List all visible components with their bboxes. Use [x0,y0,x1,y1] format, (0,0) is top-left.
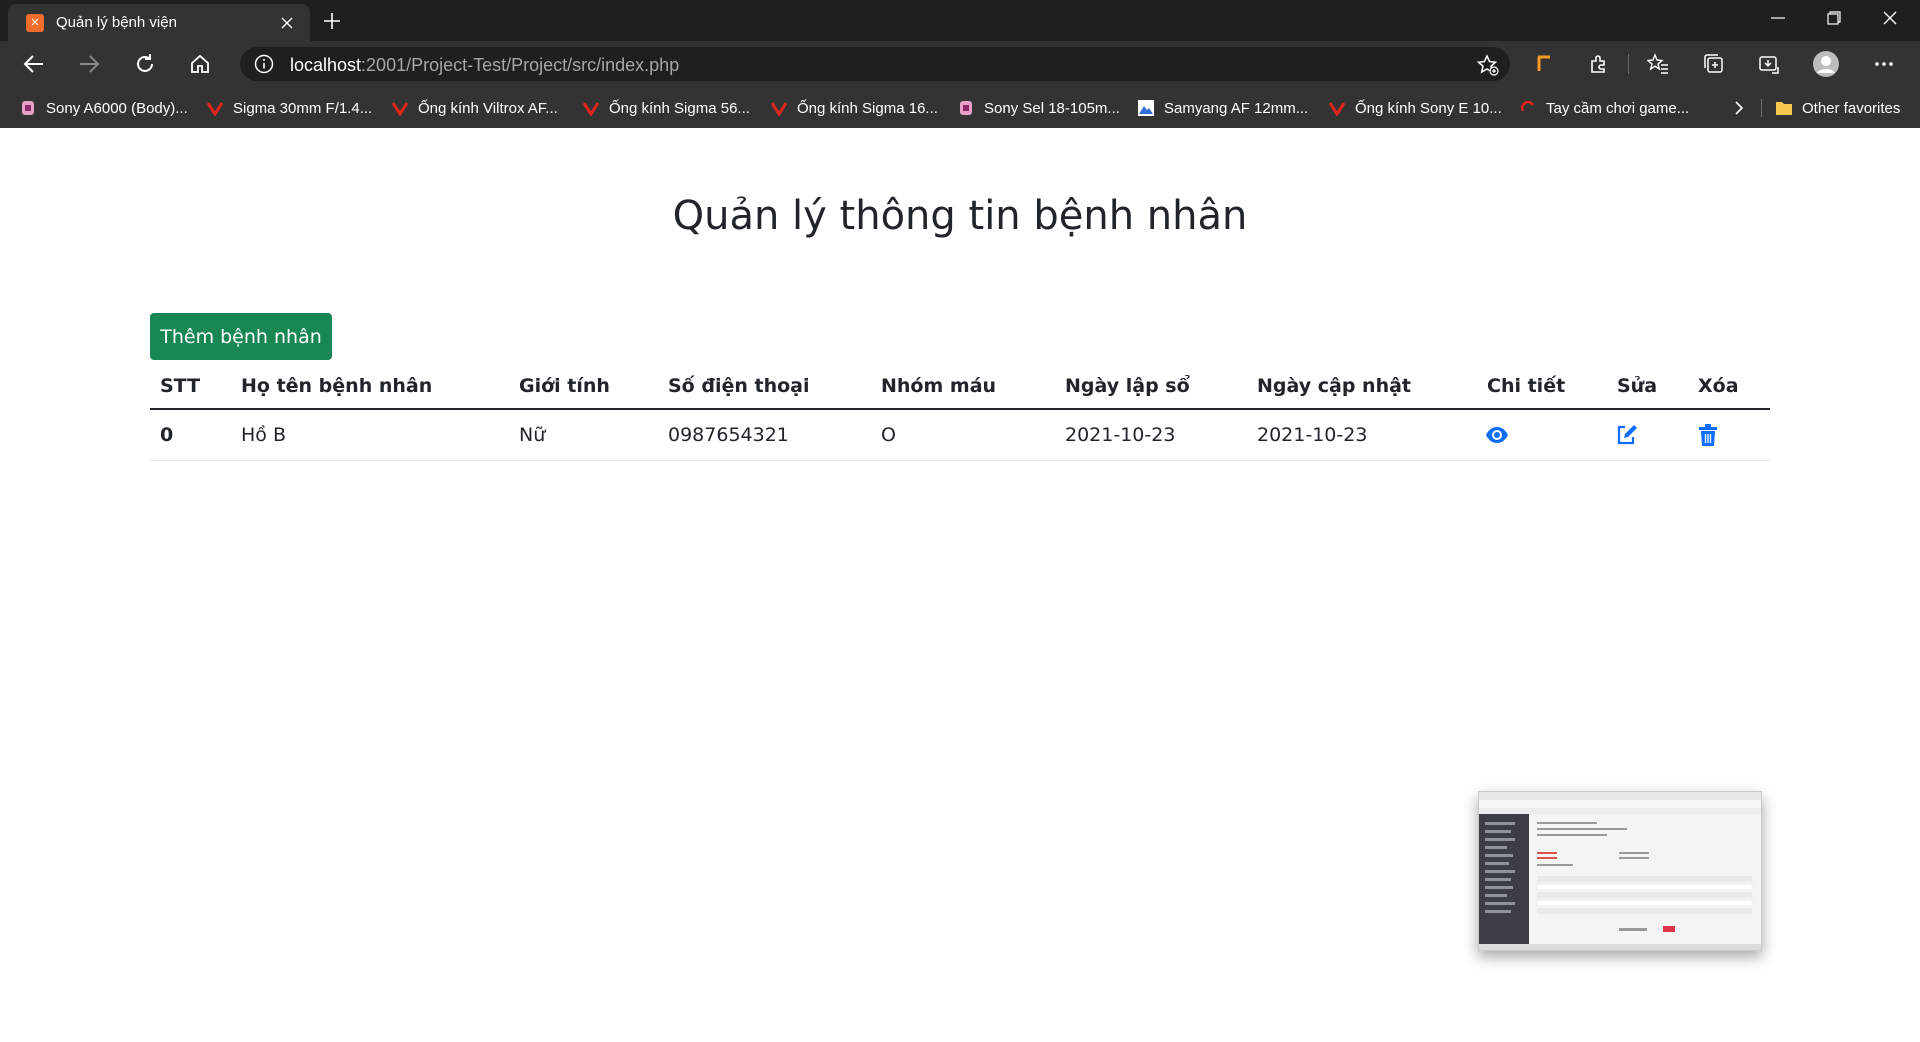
cell-phone: 0987654321 [668,424,789,446]
shop-icon [957,99,975,117]
favorite-label: Ống kính Viltrox AF... [418,99,558,117]
refresh-icon[interactable] [127,46,163,82]
minimize-icon[interactable] [1750,0,1806,36]
browser-title-bar: ✕ Quản lý bệnh viện [0,0,1920,41]
url-path: :2001/Project-Test/Project/src/index.php [361,55,680,75]
header-blood: Nhóm máu [881,375,997,397]
favorite-label: Sony Sel 18-105m... [984,99,1120,117]
page-title: Quản lý thông tin bệnh nhân [672,193,1248,239]
forward-icon[interactable] [71,46,107,82]
favorites-bar: Sony A6000 (Body)... Sigma 30mm F/1.4...… [0,87,1920,128]
gamepad-icon [1519,99,1537,117]
favorite-label: Sigma 30mm F/1.4... [233,99,373,117]
other-favorites[interactable]: Other favorites [1775,97,1900,119]
cell-stt: 0 [160,424,174,446]
image-icon [1137,99,1155,117]
favorite-label: Ống kính Sigma 56... [609,99,750,117]
chevron-right-icon[interactable] [1728,97,1750,119]
extensions-icon[interactable] [1581,46,1617,82]
folder-icon [1775,99,1793,117]
header-phone: Số điện thoại [668,375,810,397]
profile-avatar-icon[interactable] [1808,46,1844,82]
shop-icon [19,99,37,117]
back-icon[interactable] [16,46,52,82]
edit-icon[interactable] [1616,410,1638,460]
favorite-item[interactable]: Sony A6000 (Body)... [19,97,188,119]
header-updated: Ngày cập nhật [1257,375,1411,397]
cell-name: Hồ B [241,424,286,446]
patients-table: STT Họ tên bệnh nhân Giới tính Số điện t… [150,364,1770,461]
header-edit: Sửa [1617,375,1658,397]
favorite-label: Sony A6000 (Body)... [46,99,188,117]
cell-gender: Nữ [519,424,546,446]
favorites-icon[interactable] [1640,46,1676,82]
downloads-icon[interactable] [1751,46,1787,82]
v-logo-icon [582,99,600,117]
favorite-item[interactable]: Ống kính Sony E 10... [1328,97,1502,119]
v-logo-icon [206,99,224,117]
browser-toolbar: localhost:2001/Project-Test/Project/src/… [0,41,1920,87]
more-menu-icon[interactable] [1866,46,1902,82]
favorite-item[interactable]: Ống kính Viltrox AF... [391,97,558,119]
favorite-label: Samyang AF 12mm... [1164,99,1309,117]
new-tab-icon[interactable] [318,7,346,35]
url-host: localhost [290,55,362,75]
screenshot-thumbnail[interactable] [1478,791,1762,951]
add-patient-button[interactable]: Thêm bệnh nhân [150,313,332,360]
info-icon[interactable] [254,54,274,74]
favorite-item[interactable]: Ống kính Sigma 16... [770,97,938,119]
toolbar-divider [1628,54,1629,74]
thumbnail-image [1479,792,1761,950]
add-favorite-icon[interactable] [1476,53,1500,77]
header-name: Họ tên bệnh nhân [241,375,433,397]
home-icon[interactable] [182,46,218,82]
favorite-item[interactable]: Sony Sel 18-105m... [957,97,1120,119]
favorite-item[interactable]: Samyang AF 12mm... [1137,97,1308,119]
cell-blood: O [881,424,896,446]
close-window-icon[interactable] [1862,0,1918,36]
favorite-label: Tay cầm chơi game... [1546,99,1690,117]
header-detail: Chi tiết [1487,375,1566,397]
favorite-item[interactable]: Ống kính Sigma 56... [582,97,750,119]
favorite-item[interactable]: Tay cầm chơi game... [1519,97,1689,119]
cell-created: 2021-10-23 [1065,424,1176,446]
favorite-item[interactable]: Sigma 30mm F/1.4... [206,97,372,119]
collections-icon[interactable] [1696,46,1732,82]
extension-orange-icon[interactable] [1526,46,1562,82]
tab-title: Quản lý bệnh viện [56,14,177,31]
v-logo-icon [1328,99,1346,117]
cell-updated: 2021-10-23 [1257,424,1368,446]
v-logo-icon [770,99,788,117]
eye-icon[interactable] [1485,410,1509,460]
favorite-label: Ống kính Sony E 10... [1355,99,1502,117]
address-bar[interactable]: localhost:2001/Project-Test/Project/src/… [240,47,1510,81]
favorite-label: Ống kính Sigma 16... [797,99,938,117]
header-gender: Giới tính [519,375,610,397]
tab-close-icon[interactable] [276,12,298,34]
favbar-divider [1761,99,1762,117]
browser-tab-active[interactable]: ✕ Quản lý bệnh viện [8,4,310,41]
header-created: Ngày lập sổ [1065,375,1190,397]
table-row: 0 Hồ B Nữ 0987654321 O 2021-10-23 2021-1… [150,410,1770,461]
xampp-favicon-icon: ✕ [26,13,44,32]
restore-icon[interactable] [1806,0,1862,36]
header-delete: Xóa [1698,375,1739,397]
other-favorites-label: Other favorites [1802,99,1901,117]
trash-icon[interactable] [1698,410,1718,460]
header-stt: STT [160,375,201,397]
v-logo-icon [391,99,409,117]
table-header-row: STT Họ tên bệnh nhân Giới tính Số điện t… [150,364,1770,410]
url-text: localhost:2001/Project-Test/Project/src/… [290,55,679,76]
